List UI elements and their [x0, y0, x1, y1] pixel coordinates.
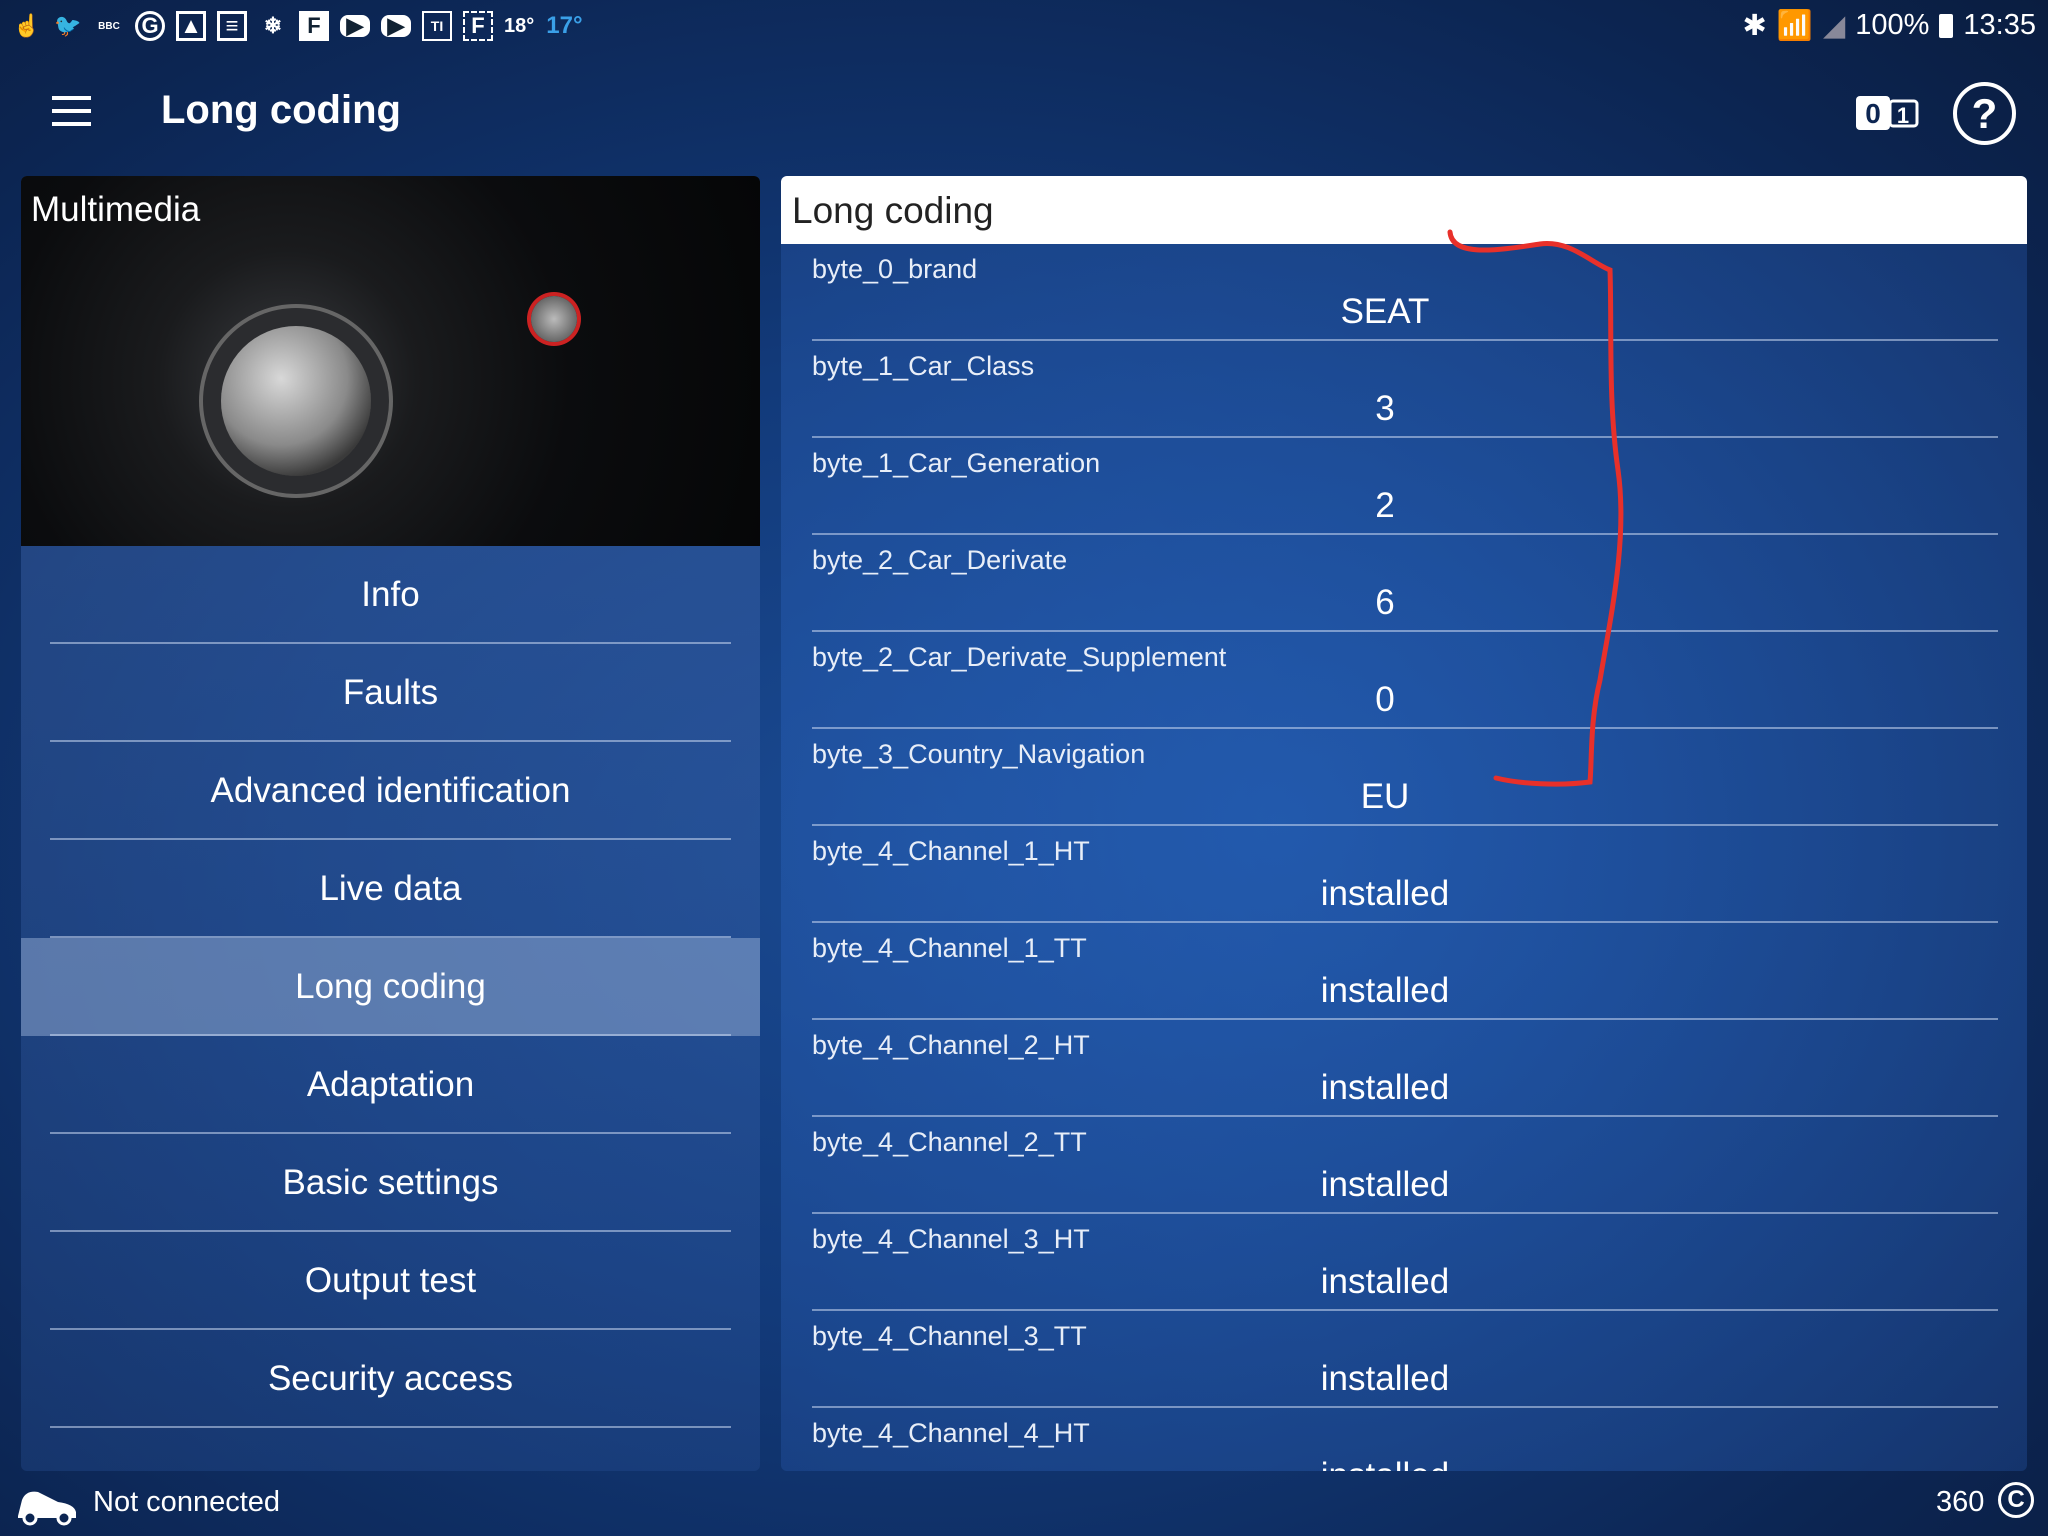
- coding-value[interactable]: SEAT: [812, 292, 1998, 332]
- translate-icon: TI: [422, 11, 452, 41]
- news-icon: ≡: [217, 11, 247, 41]
- weather-icon: ❄: [263, 13, 283, 38]
- control-unit-panel: Multimedia Info Faults Advanced identifica…: [21, 176, 760, 1471]
- coding-row[interactable]: byte_4_Channel_2_HT installed: [812, 1020, 1998, 1117]
- coding-value[interactable]: 3: [812, 389, 1998, 429]
- coding-value[interactable]: installed: [812, 1068, 1998, 1108]
- coding-label: byte_0_brand: [812, 254, 978, 284]
- coding-row[interactable]: byte_3_Country_Navigation EU: [812, 729, 1998, 826]
- coding-row[interactable]: byte_1_Car_Class 3: [812, 341, 1998, 438]
- multimedia-image: Multimedia: [21, 176, 760, 546]
- menu-item-live-data[interactable]: Live data: [21, 840, 760, 938]
- coding-row[interactable]: byte_4_Channel_4_HT installed: [812, 1408, 1998, 1471]
- coding-label: byte_1_Car_Class: [812, 351, 1035, 381]
- volume-knob-graphic: [531, 296, 577, 342]
- coding-label: byte_4_Channel_2_HT: [812, 1030, 1090, 1060]
- menu-item-faults[interactable]: Faults: [21, 644, 760, 742]
- cycle-icon[interactable]: C: [1998, 1482, 2034, 1518]
- coding-row[interactable]: byte_2_Car_Derivate 6: [812, 535, 1998, 632]
- page-title: Long coding: [161, 88, 401, 132]
- panel-title: Long coding: [781, 176, 2027, 244]
- coding-label: byte_4_Channel_3_HT: [812, 1224, 1090, 1254]
- menu-item-long-coding[interactable]: Long coding: [21, 938, 760, 1036]
- coding-row[interactable]: byte_4_Channel_3_TT installed: [812, 1311, 1998, 1408]
- signal-icon: ◢: [1822, 10, 1846, 42]
- coding-value[interactable]: 2: [812, 486, 1998, 526]
- coding-row[interactable]: byte_0_brand SEAT: [812, 244, 1998, 341]
- twitter-icon: 🐦: [54, 13, 82, 38]
- coding-value[interactable]: EU: [812, 777, 1998, 817]
- coding-row[interactable]: byte_4_Channel_1_TT installed: [812, 923, 1998, 1020]
- counter-value: 360: [1936, 1486, 1985, 1518]
- help-icon[interactable]: ?: [1953, 82, 2016, 145]
- coding-label: byte_3_Country_Navigation: [812, 739, 1146, 769]
- coding-label: byte_4_Channel_1_TT: [812, 933, 1087, 963]
- coding-label: byte_1_Car_Generation: [812, 448, 1101, 478]
- frame-icon: F: [463, 11, 493, 41]
- guardian-icon: G: [135, 11, 165, 41]
- coding-label: byte_2_Car_Derivate_Supplement: [812, 642, 1227, 672]
- binary-view-button[interactable]: 01: [1856, 94, 1920, 132]
- coding-value[interactable]: 6: [812, 583, 1998, 623]
- menu-item-advanced-identification[interactable]: Advanced identification: [21, 742, 760, 840]
- menu-item-info[interactable]: Info: [21, 546, 760, 644]
- mmi-knob-graphic: [221, 326, 371, 476]
- bbc-news-icon: BBC: [98, 20, 120, 32]
- bluetooth-icon: ✱: [1742, 10, 1767, 42]
- coding-row[interactable]: byte_4_Channel_2_TT installed: [812, 1117, 1998, 1214]
- coding-value[interactable]: 0: [812, 680, 1998, 720]
- coding-row[interactable]: byte_1_Car_Generation 2: [812, 438, 1998, 535]
- long-coding-panel: Long coding byte_0_brand SEAT byte_1_Car_C…: [781, 176, 2027, 1471]
- coding-value[interactable]: installed: [812, 1165, 1998, 1205]
- connection-status: Not connected: [93, 1486, 281, 1518]
- gallery-icon: ▲: [176, 11, 206, 41]
- coding-label: byte_4_Channel_4_HT: [812, 1418, 1090, 1448]
- coding-row[interactable]: byte_4_Channel_1_HT installed: [812, 826, 1998, 923]
- svg-text:0: 0: [1865, 98, 1881, 129]
- coding-value[interactable]: installed: [812, 1359, 1998, 1399]
- hand-icon: ☝: [13, 13, 41, 38]
- svg-text:1: 1: [1897, 103, 1909, 128]
- control-unit-name: Multimedia: [31, 190, 201, 229]
- menu-item-security-access[interactable]: Security access: [21, 1330, 760, 1428]
- coding-value[interactable]: installed: [812, 1262, 1998, 1302]
- coding-label: byte_2_Car_Derivate: [812, 545, 1068, 575]
- coding-list[interactable]: byte_0_brand SEAT byte_1_Car_Class 3 byte_1_…: [781, 244, 2027, 1471]
- coding-label: byte_4_Channel_2_TT: [812, 1127, 1087, 1157]
- coding-row[interactable]: byte_4_Channel_3_HT installed: [812, 1214, 1998, 1311]
- status-bar: ☝ 🐦 BBC G ▲ ≡ ❄ F ▶ ▶ TI F 18° 17° ✱ 📶 ◢…: [0, 0, 2048, 52]
- coding-label: byte_4_Channel_3_TT: [812, 1321, 1087, 1351]
- menu-item-basic-settings[interactable]: Basic settings: [21, 1134, 760, 1232]
- app-bar: Long coding 01 ?: [0, 52, 2048, 176]
- wifi-icon: 📶: [1776, 9, 1813, 42]
- flipboard-icon: F: [299, 11, 329, 41]
- car-icon: [18, 1491, 76, 1526]
- coding-value[interactable]: installed: [812, 971, 1998, 1011]
- menu-icon[interactable]: [52, 96, 91, 126]
- youtube-icon: ▶: [381, 13, 411, 38]
- temperature-2: 17°: [546, 12, 583, 39]
- coding-label: byte_4_Channel_1_HT: [812, 836, 1090, 866]
- status-footer: Not connected 360 C: [0, 1480, 2048, 1536]
- temperature-1: 18°: [504, 14, 535, 37]
- youtube-icon: ▶: [340, 13, 370, 38]
- function-menu: Info Faults Advanced identification Live da…: [21, 546, 760, 1428]
- battery-percent: 100%: [1855, 9, 1930, 41]
- menu-item-adaptation[interactable]: Adaptation: [21, 1036, 760, 1134]
- clock: 13:35: [1963, 9, 2036, 41]
- coding-value[interactable]: installed: [812, 874, 1998, 914]
- coding-value[interactable]: installed: [812, 1456, 1998, 1471]
- menu-item-output-test[interactable]: Output test: [21, 1232, 760, 1330]
- battery-icon: [1939, 13, 1954, 38]
- coding-row[interactable]: byte_2_Car_Derivate_Supplement 0: [812, 632, 1998, 729]
